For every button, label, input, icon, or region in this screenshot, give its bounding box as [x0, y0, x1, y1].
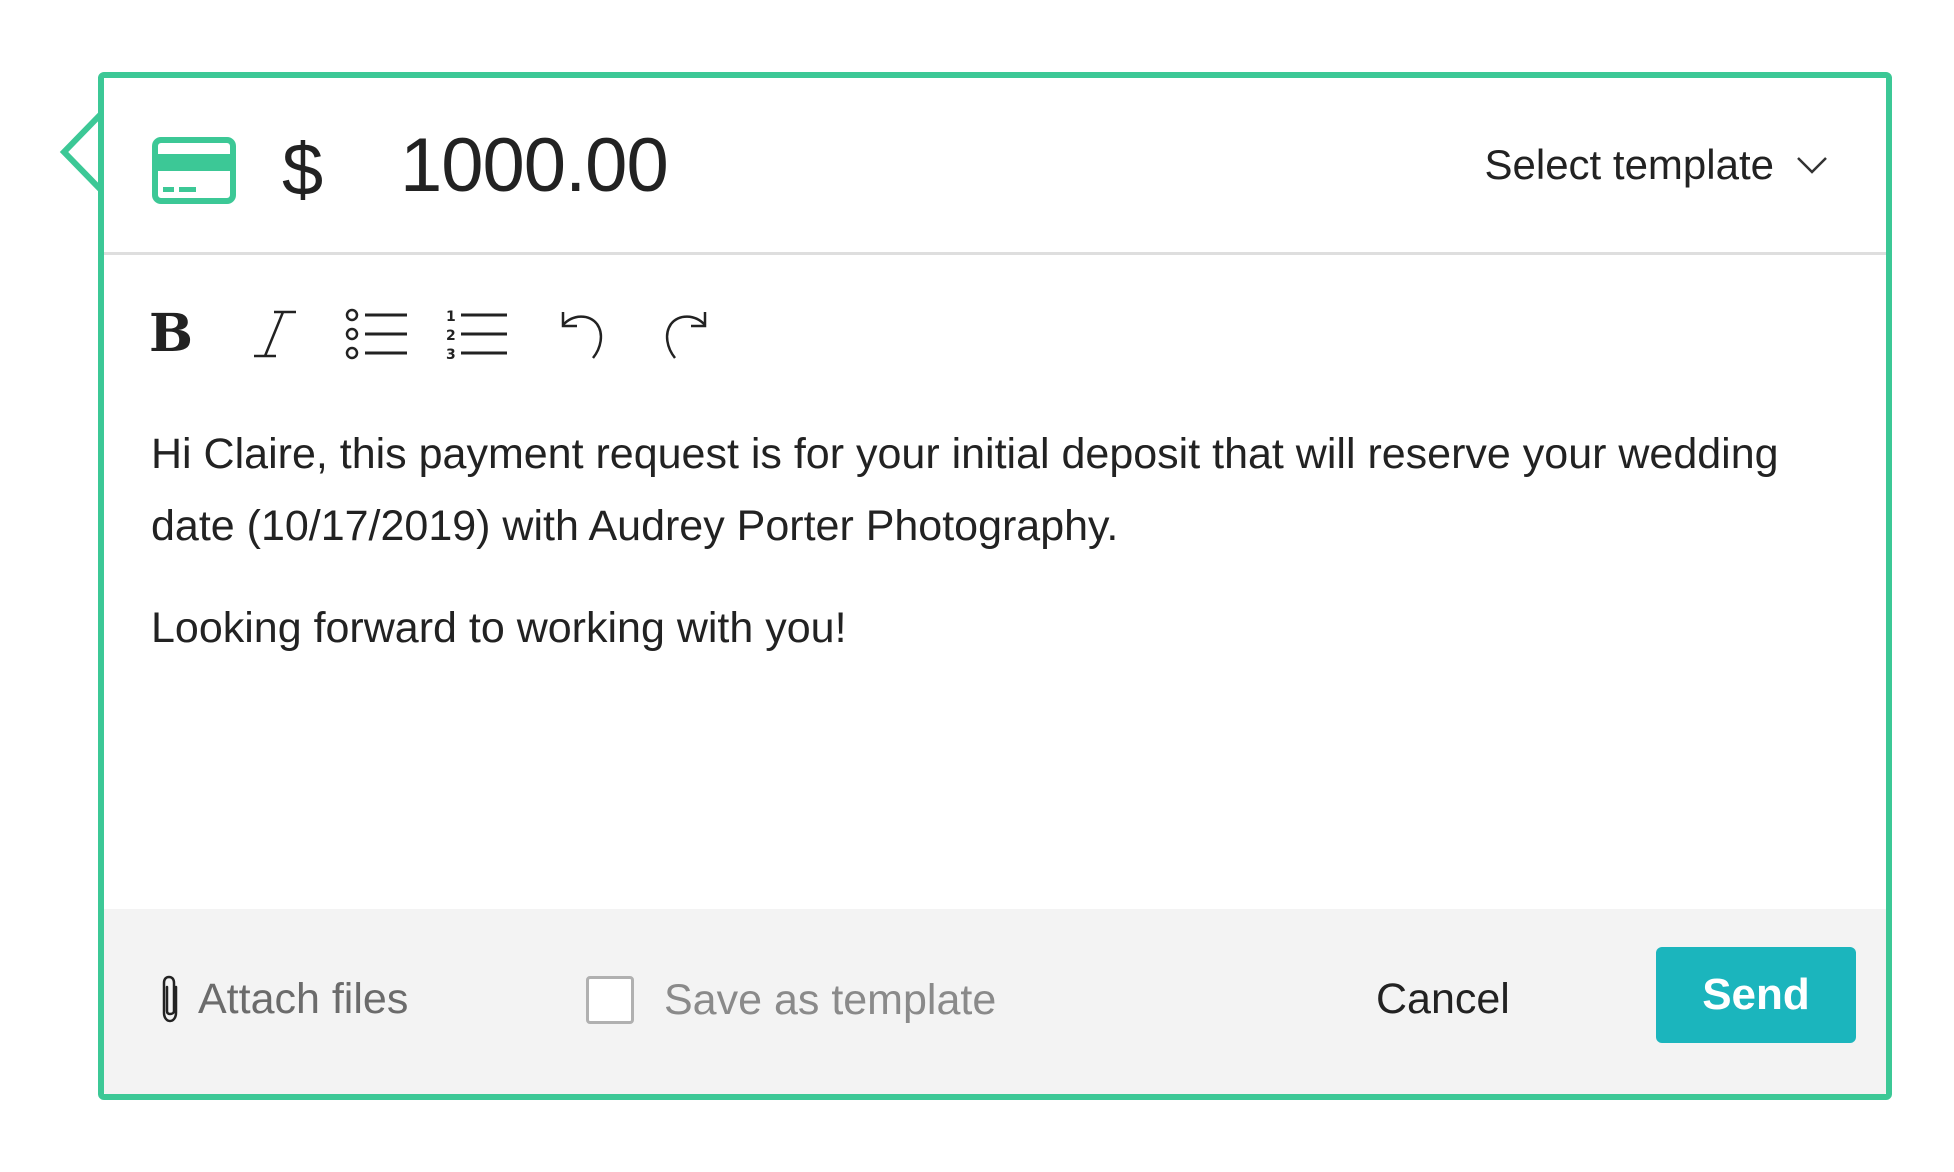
cancel-button[interactable]: Cancel [1376, 969, 1510, 1029]
attach-files-button[interactable]: Attach files [156, 971, 408, 1027]
svg-text:1: 1 [446, 309, 456, 325]
attach-files-label: Attach files [198, 974, 409, 1023]
bulleted-list-icon [345, 308, 407, 360]
svg-text:2: 2 [446, 328, 456, 344]
undo-button[interactable] [558, 304, 606, 364]
paperclip-icon [162, 975, 178, 1023]
formatting-toolbar: B 1 2 3 [148, 304, 710, 364]
credit-card-icon [152, 137, 236, 204]
select-template-label: Select template [1484, 141, 1775, 188]
italic-icon [254, 310, 296, 358]
currency-symbol: $ [282, 128, 324, 211]
message-editor[interactable]: Hi Claire, this payment request is for y… [151, 418, 1826, 694]
numbered-list-button[interactable]: 1 2 3 [444, 304, 510, 364]
italic-button[interactable] [250, 304, 300, 364]
select-template-dropdown[interactable]: Select template [1485, 140, 1829, 190]
payment-header: $ Select template [104, 78, 1886, 255]
svg-text:3: 3 [446, 347, 456, 360]
numbered-list-icon: 1 2 3 [446, 309, 507, 360]
panel-footer: Attach files Save as template Cancel Sen… [104, 909, 1886, 1094]
message-paragraph: Hi Claire, this payment request is for y… [151, 430, 1779, 550]
message-paragraph: Looking forward to working with you! [151, 604, 847, 652]
undo-icon [561, 312, 603, 359]
chevron-down-icon [1797, 157, 1827, 174]
redo-icon [665, 312, 707, 359]
redo-button[interactable] [662, 304, 710, 364]
bold-icon: B [149, 303, 193, 364]
amount-input[interactable] [400, 116, 1000, 216]
save-as-template-checkbox[interactable] [586, 976, 634, 1024]
save-as-template-label: Save as template [664, 975, 997, 1024]
payment-request-panel: $ Select template B [98, 72, 1892, 1100]
send-button[interactable]: Send [1656, 947, 1856, 1043]
bold-button[interactable]: B [148, 304, 194, 364]
save-as-template-option[interactable]: Save as template [586, 972, 996, 1028]
bulleted-list-button[interactable] [344, 304, 410, 364]
